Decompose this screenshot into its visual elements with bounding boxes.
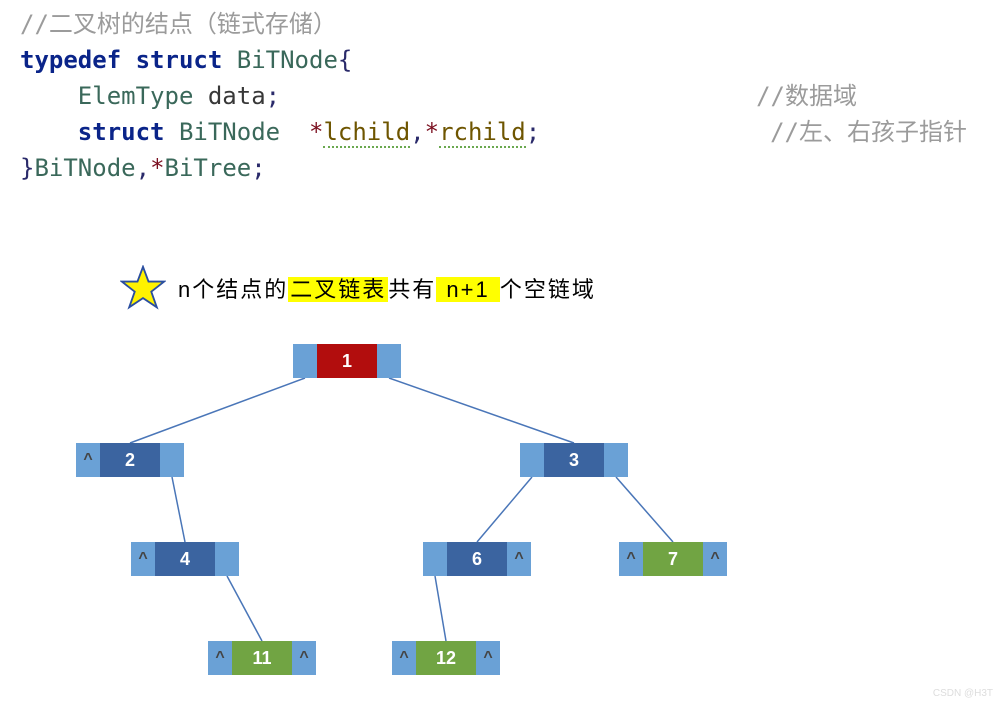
tree-node-11: ^11^ xyxy=(208,641,316,675)
data-cell: 7 xyxy=(643,542,703,576)
code-block: //二叉树的结点（链式存储） typedef struct BiTNode{ E… xyxy=(0,0,997,186)
edge-n2_r xyxy=(172,477,185,542)
rchild-ptr xyxy=(215,542,239,576)
note-hl1: 二叉链表 xyxy=(288,277,388,302)
asterisk-1: * xyxy=(280,118,323,146)
id-rchild: rchild xyxy=(439,118,526,148)
rchild-ptr xyxy=(377,344,401,378)
tree-node-3: 3 xyxy=(520,443,628,477)
edge-n1_r xyxy=(389,378,574,443)
edge-n6_l xyxy=(435,576,446,641)
brace-close: } xyxy=(20,154,34,182)
code-line-3: ElemType data; //数据域 xyxy=(20,78,977,114)
asterisk-3: * xyxy=(150,154,164,182)
lchild-ptr: ^ xyxy=(131,542,155,576)
note-t2: 共有 xyxy=(388,277,436,302)
tree-node-12: ^12^ xyxy=(392,641,500,675)
lchild-ptr: ^ xyxy=(392,641,416,675)
type-bitnode-3: BiTNode xyxy=(34,154,135,182)
rchild-ptr xyxy=(160,443,184,477)
kw-typedef: typedef xyxy=(20,46,121,74)
note-t3: 个空链域 xyxy=(500,277,596,302)
rchild-ptr xyxy=(604,443,628,477)
kw-struct-2: struct xyxy=(20,118,165,146)
comma-2: , xyxy=(136,154,150,182)
edge-n3_r xyxy=(616,477,673,542)
tree-node-6: 6^ xyxy=(423,542,531,576)
note-hl2: n+1 xyxy=(436,277,500,302)
tree-diagram: 1^23^46^^7^^11^^12^ xyxy=(0,330,997,700)
code-line-1: //二叉树的结点（链式存储） xyxy=(20,6,977,42)
type-bitnode-2: BiTNode xyxy=(165,118,281,146)
note-t1: n个结点的 xyxy=(178,277,288,302)
type-bitree: BiTree xyxy=(165,154,252,182)
data-cell: 3 xyxy=(544,443,604,477)
id-lchild: lchild xyxy=(323,118,410,148)
comment-2: //数据域 xyxy=(756,78,857,114)
tree-node-2: ^2 xyxy=(76,443,184,477)
code-line-5: }BiTNode,*BiTree; xyxy=(20,150,977,186)
watermark: CSDN @H3T xyxy=(933,688,993,699)
type-bitnode: BiTNode xyxy=(222,46,338,74)
lchild-ptr: ^ xyxy=(619,542,643,576)
comment-1: //二叉树的结点（链式存储） xyxy=(20,10,337,38)
important-note: n个结点的二叉链表共有 n+1 个空链域 xyxy=(120,265,596,311)
kw-struct: struct xyxy=(121,46,222,74)
rchild-ptr: ^ xyxy=(507,542,531,576)
data-cell: 4 xyxy=(155,542,215,576)
comment-3: //左、右孩子指针 xyxy=(770,114,967,150)
type-elemtype: ElemType xyxy=(20,82,193,110)
edge-n3_l xyxy=(477,477,532,542)
code-line-4: struct BiTNode *lchild,*rchild;//左、右孩子指针 xyxy=(20,114,977,150)
edge-n4_r xyxy=(227,576,262,641)
lchild-ptr: ^ xyxy=(76,443,100,477)
code-line-2: typedef struct BiTNode{ xyxy=(20,42,977,78)
data-cell: 1 xyxy=(317,344,377,378)
brace-open: { xyxy=(338,46,352,74)
edge-n1_l xyxy=(130,378,305,443)
rchild-ptr: ^ xyxy=(476,641,500,675)
rchild-ptr: ^ xyxy=(703,542,727,576)
data-cell: 11 xyxy=(232,641,292,675)
id-data: data xyxy=(193,82,265,110)
star-icon xyxy=(120,265,166,311)
note-text: n个结点的二叉链表共有 n+1 个空链域 xyxy=(178,272,596,304)
data-cell: 6 xyxy=(447,542,507,576)
lchild-ptr xyxy=(293,344,317,378)
data-cell: 12 xyxy=(416,641,476,675)
semi-1: ; xyxy=(266,82,280,110)
comma-1: , xyxy=(410,118,424,146)
semi-3: ; xyxy=(251,154,265,182)
lchild-ptr: ^ xyxy=(208,641,232,675)
semi-2: ; xyxy=(526,118,540,146)
tree-node-4: ^4 xyxy=(131,542,239,576)
tree-node-1: 1 xyxy=(293,344,401,378)
lchild-ptr xyxy=(520,443,544,477)
data-cell: 2 xyxy=(100,443,160,477)
tree-node-7: ^7^ xyxy=(619,542,727,576)
asterisk-2: * xyxy=(425,118,439,146)
rchild-ptr: ^ xyxy=(292,641,316,675)
lchild-ptr xyxy=(423,542,447,576)
